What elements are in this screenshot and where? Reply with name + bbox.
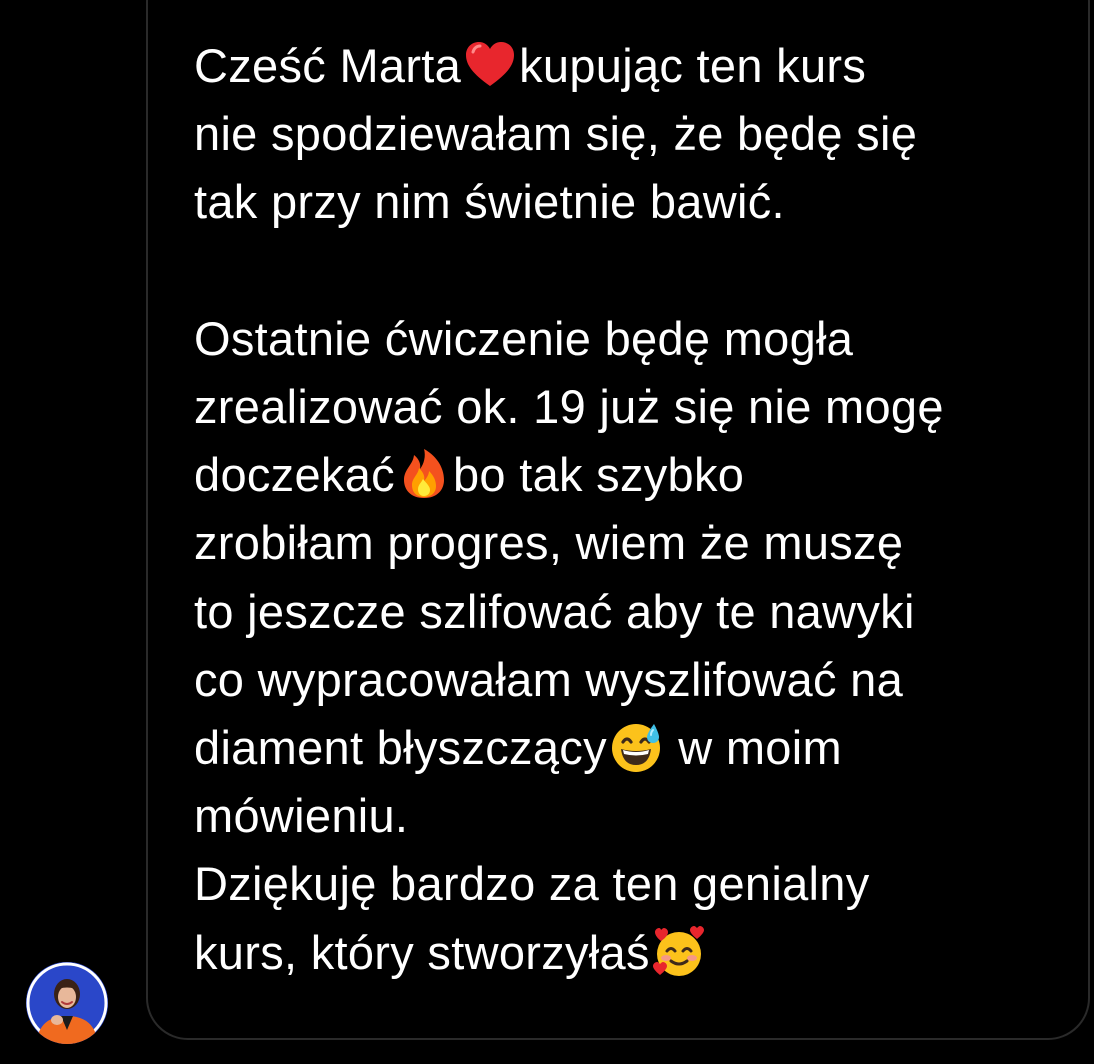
message-line: mówieniu.: [194, 789, 409, 843]
message-line: kurs, który stworzyłaś: [194, 919, 1074, 987]
message-line: Dziękuję bardzo za ten genialny: [194, 857, 870, 911]
text-segment: doczekać: [194, 448, 395, 502]
message-line: co wypracowałam wyszlifować na: [194, 652, 904, 706]
dm-thread: Cześć Marta kupując ten kurs nie spodziew…: [0, 0, 1094, 1064]
text-segment: diament błyszczący: [194, 721, 607, 775]
message-paragraph-1: Cześć Marta kupując ten kurs nie spodziew…: [194, 32, 1074, 237]
fire-icon: [397, 447, 451, 501]
smiling-face-with-hearts-icon: [652, 925, 706, 979]
message-line: nie spodziewałam się, że będę się: [194, 107, 918, 161]
profile-avatar: [26, 962, 108, 1044]
message-line: Cześć Marta kupując ten kurs: [194, 32, 1074, 100]
text-segment: bo tak szybko: [452, 448, 745, 502]
message-paragraph-3: Dziękuję bardzo za ten genialny kurs, kt…: [194, 850, 1074, 986]
message-line: doczekać bo tak szybko: [194, 441, 1074, 509]
text-segment: w moim: [664, 721, 842, 775]
text-segment: Cześć Marta: [194, 39, 462, 92]
text-segment: kurs, który stworzyłaś: [194, 925, 650, 979]
message-line: zrealizować ok. 19 już się nie mogę: [194, 380, 944, 433]
red-heart-icon: [463, 38, 517, 92]
grinning-sweat-icon: [609, 720, 663, 774]
text-segment: kupując ten kurs: [519, 39, 867, 92]
message-line: zrobiłam progres, wiem że muszę: [194, 516, 904, 570]
message-paragraph-2: Ostatnie ćwiczenie będę mogła zrealizowa…: [194, 305, 1074, 851]
sender-avatar[interactable]: [26, 962, 108, 1044]
message-line: to jeszcze szlifować aby te nawyki: [194, 584, 915, 638]
message-line: Ostatnie ćwiczenie będę mogła: [194, 311, 854, 365]
message-line: diament błyszczący w moim: [194, 714, 1074, 782]
message-text: Cześć Marta kupując ten kurs nie spodziew…: [194, 32, 1074, 987]
message-line: tak przy nim świetnie bawić.: [194, 175, 785, 229]
